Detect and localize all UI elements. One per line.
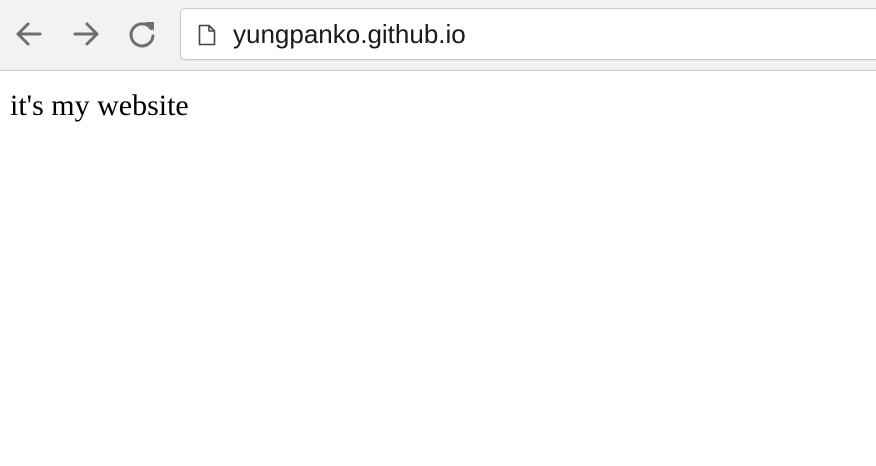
reload-icon xyxy=(129,22,155,48)
browser-window: yungpanko.github.io it's my website xyxy=(0,0,876,466)
forward-button[interactable] xyxy=(70,18,102,50)
back-button[interactable] xyxy=(13,18,45,50)
browser-toolbar: yungpanko.github.io xyxy=(0,0,876,71)
document-icon xyxy=(198,24,216,46)
url-text: yungpanko.github.io xyxy=(233,19,466,49)
page-content: it's my website xyxy=(0,72,876,466)
address-bar[interactable]: yungpanko.github.io xyxy=(180,8,876,60)
arrow-right-icon xyxy=(73,22,99,46)
reload-button[interactable] xyxy=(126,18,158,50)
page-body-text: it's my website xyxy=(10,89,189,122)
arrow-left-icon xyxy=(16,22,42,46)
